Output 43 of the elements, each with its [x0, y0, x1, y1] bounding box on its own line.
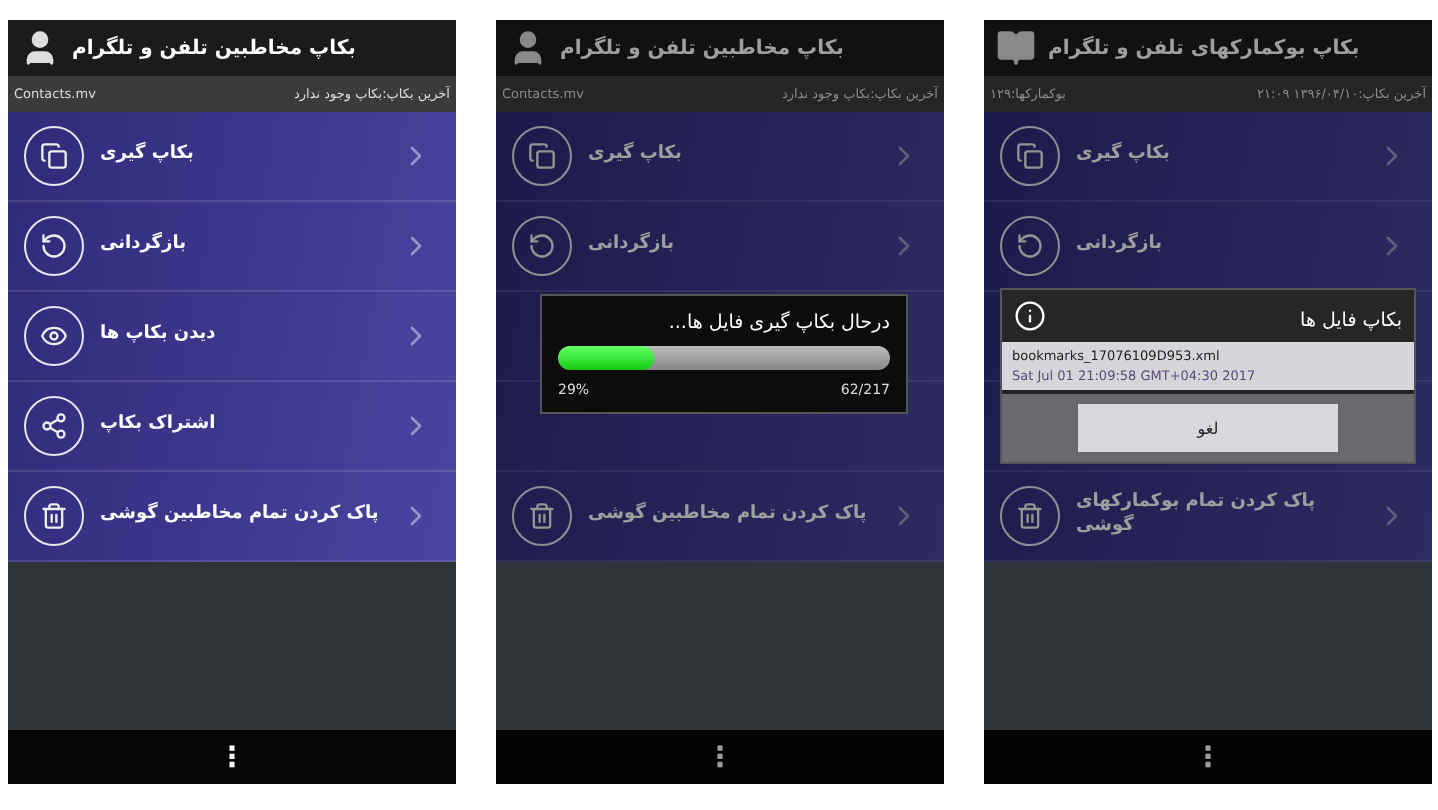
menu-item-label: پاک کردن تمام بوکمارکهای گوشی [1076, 492, 1318, 540]
trash-icon [24, 486, 84, 546]
overflow-menu-button[interactable]: ⋮ [1186, 743, 1230, 771]
overflow-menu-button[interactable]: ⋮ [698, 743, 742, 771]
menu-item[interactable]: بکاپ گیری [8, 112, 456, 202]
menu-item-label: بازگردانی [588, 234, 676, 258]
trash-icon [512, 486, 572, 546]
trash-icon [1000, 486, 1060, 546]
dialog-title: درحال بکاپ گیری فایل ها... [668, 312, 890, 334]
rotate-icon [24, 216, 84, 276]
app-title: بکاپ مخاطبین تلفن و تلگرام [72, 37, 356, 59]
rotate-icon [512, 216, 572, 276]
menu-item[interactable]: بکاپ گیری [984, 112, 1432, 202]
copy-icon [24, 126, 84, 186]
overflow-menu-button[interactable]: ⋮ [210, 743, 254, 771]
share-icon [24, 396, 84, 456]
menu-item[interactable]: پاک کردن تمام مخاطبین گوشی [8, 472, 456, 562]
menu-item-label: بکاپ گیری [588, 144, 684, 168]
menu-item[interactable]: دیدن بکاپ ها [8, 292, 456, 382]
menu-item[interactable]: بکاپ گیری [496, 112, 944, 202]
menu-item-label: پاک کردن تمام مخاطبین گوشی [588, 504, 869, 528]
menu-item-label: بازگردانی [100, 234, 188, 258]
menu-item[interactable]: بازگردانی [8, 202, 456, 292]
menu-item-label: پاک کردن تمام مخاطبین گوشی [100, 504, 381, 528]
menu-item[interactable]: پاک کردن تمام مخاطبین گوشی [496, 472, 944, 562]
eye-icon [24, 306, 84, 366]
copy-icon [512, 126, 572, 186]
app-title: بکاپ بوکمارکهای تلفن و تلگرام [1048, 37, 1360, 59]
rotate-icon [1000, 216, 1060, 276]
app-title: بکاپ مخاطبین تلفن و تلگرام [560, 37, 844, 59]
book-icon [996, 28, 1036, 68]
menu-item[interactable]: بازگردانی [496, 202, 944, 292]
menu-item[interactable]: اشتراک بکاپ [8, 382, 456, 472]
menu-item-label: بکاپ گیری [1076, 144, 1172, 168]
menu-item-label: دیدن بکاپ ها [100, 324, 218, 348]
menu-item-label: بکاپ گیری [100, 144, 196, 168]
menu-item-label: بازگردانی [1076, 234, 1164, 258]
copy-icon [1000, 126, 1060, 186]
menu-item[interactable]: پاک کردن تمام بوکمارکهای گوشی [984, 472, 1432, 562]
dialog-title: بکاپ فایل ها [1300, 310, 1402, 332]
menu-item-label: اشتراک بکاپ [100, 414, 218, 438]
info-icon [1014, 300, 1046, 332]
cancel-button[interactable]: لغو [1078, 404, 1338, 452]
